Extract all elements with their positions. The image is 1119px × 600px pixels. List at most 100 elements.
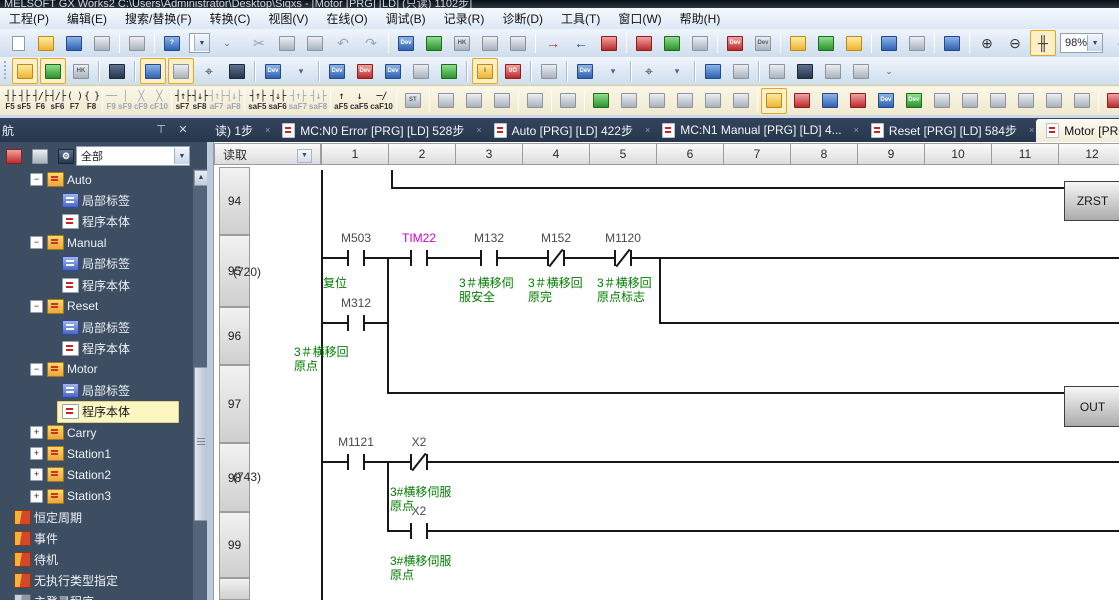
open-project-icon[interactable] bbox=[33, 30, 59, 56]
find-device-icon[interactable] bbox=[817, 88, 843, 114]
ladder-symbol-sf8-button[interactable]: ┤↓├sF8 bbox=[191, 87, 208, 114]
statement-icon[interactable] bbox=[555, 88, 581, 114]
tree-item-恒定周期[interactable]: 恒定周期 bbox=[0, 507, 193, 528]
tree-item-Motor[interactable]: −Motor bbox=[0, 359, 193, 380]
tree-filter-combo[interactable]: 全部 ▼ bbox=[76, 146, 190, 166]
pin-icon[interactable]: ⊤ bbox=[152, 122, 170, 139]
monitor-mode-icon[interactable] bbox=[876, 30, 902, 56]
fit-width-icon[interactable]: ╫ bbox=[1030, 30, 1056, 56]
module-door-icon[interactable] bbox=[792, 58, 818, 84]
tree-item-无执行类型指定[interactable]: 无执行类型指定 bbox=[0, 570, 193, 591]
tree-item-局部标签[interactable]: 局部标签 bbox=[0, 190, 193, 211]
device-write-icon[interactable]: Dev bbox=[722, 30, 748, 56]
read-from-plc-icon[interactable] bbox=[421, 30, 447, 56]
menu-item-4[interactable]: 转换(C) bbox=[201, 8, 260, 29]
tree-scrollbar[interactable]: ▲ bbox=[193, 169, 207, 600]
intelligent-monitor-icon[interactable] bbox=[764, 58, 790, 84]
edit-contact-icon[interactable] bbox=[433, 88, 459, 114]
device-comment-dropdown-icon[interactable]: Dev bbox=[260, 58, 286, 84]
collapse-icon[interactable]: − bbox=[30, 363, 43, 376]
ladder-read-icon[interactable] bbox=[616, 88, 642, 114]
device-read-icon[interactable]: Dev bbox=[750, 30, 776, 56]
find-back-icon[interactable] bbox=[644, 88, 670, 114]
statement-edit-icon[interactable]: I bbox=[472, 58, 498, 84]
dropdown-arrow-icon[interactable]: ▾ bbox=[288, 58, 314, 84]
instruction-box-ZRST[interactable]: ZRST bbox=[1064, 181, 1119, 221]
ladder-symbol-caf5-button[interactable]: ↓caF5 bbox=[349, 87, 369, 114]
save-project-icon[interactable] bbox=[61, 30, 87, 56]
window-monitor-icon[interactable] bbox=[700, 58, 726, 84]
monitor-search-icon[interactable] bbox=[596, 30, 622, 56]
cross-reference-icon[interactable]: ⌖ bbox=[636, 58, 662, 84]
dropdown-arrow-icon[interactable]: ▾ bbox=[664, 58, 690, 84]
tree-struct-icon[interactable] bbox=[28, 145, 52, 167]
sample-comment-icon[interactable] bbox=[408, 58, 434, 84]
user-register-icon[interactable] bbox=[1102, 88, 1119, 114]
contact-search-icon[interactable] bbox=[489, 88, 515, 114]
ladder-symbol-saf8-button[interactable]: ┤↓├saF8 bbox=[308, 87, 328, 114]
ladder-symbol-saf6-button[interactable]: ┤↓├saF6 bbox=[267, 87, 287, 114]
find-next-icon[interactable] bbox=[672, 88, 698, 114]
contact-M503[interactable] bbox=[347, 250, 365, 266]
ladder-symbol-f5-button[interactable]: ┤├F5 bbox=[4, 87, 16, 114]
wire-delete-icon[interactable] bbox=[789, 88, 815, 114]
ladder-symbol-af5-button[interactable]: ↑aF5 bbox=[333, 87, 349, 114]
tree-item-局部标签[interactable]: 局部标签 bbox=[0, 317, 193, 338]
connect-2-icon[interactable] bbox=[957, 88, 983, 114]
ladder-symbol-af8-button[interactable]: ┤↓├aF8 bbox=[225, 87, 242, 114]
device-display-icon[interactable]: Dev bbox=[572, 58, 598, 84]
dropdown-arrow-icon[interactable]: ▾ bbox=[600, 58, 626, 84]
pulse-conv-icon[interactable] bbox=[700, 88, 726, 114]
tree-item-局部标签[interactable]: 局部标签 bbox=[0, 380, 193, 401]
collapse-icon[interactable]: − bbox=[30, 173, 43, 186]
device-list-icon[interactable]: Dev bbox=[324, 58, 350, 84]
coil-search-icon[interactable] bbox=[461, 88, 487, 114]
contact-M1121[interactable] bbox=[347, 454, 365, 470]
transfer-write-icon[interactable]: → bbox=[540, 30, 566, 56]
menu-item-7[interactable]: 调试(B) bbox=[377, 8, 435, 29]
toolbar-overflow-icon[interactable]: ⌄ bbox=[1107, 30, 1119, 56]
connect-1-icon[interactable] bbox=[929, 88, 955, 114]
tree-item-程序本体[interactable]: 程序本体 bbox=[0, 211, 193, 232]
ladder-symbol-f9-button[interactable]: ──F9 bbox=[105, 87, 117, 114]
window-monitor2-icon[interactable] bbox=[728, 58, 754, 84]
document-tab-5[interactable]: Reset [PRG] [LD] 584步 bbox=[861, 118, 1027, 142]
toolbar-overflow-icon[interactable]: ⌄ bbox=[876, 58, 902, 84]
tree-item-程序本体[interactable]: 程序本体 bbox=[0, 275, 193, 296]
tree-item-待机[interactable]: 待机 bbox=[0, 549, 193, 570]
note-read-icon[interactable] bbox=[841, 30, 867, 56]
tree-item-Station3[interactable]: +Station3 bbox=[0, 486, 193, 507]
contact-TIM22[interactable] bbox=[410, 250, 428, 266]
menu-item-3[interactable]: 搜索/替换(F) bbox=[116, 8, 201, 29]
scroll-up-icon[interactable]: ▲ bbox=[194, 170, 207, 186]
collapse-icon[interactable]: − bbox=[30, 300, 43, 313]
note-insert-icon[interactable] bbox=[813, 30, 839, 56]
list-display-icon[interactable] bbox=[168, 58, 194, 84]
user-library-icon[interactable] bbox=[848, 58, 874, 84]
menu-item-6[interactable]: 在线(O) bbox=[317, 8, 376, 29]
module-list-icon[interactable] bbox=[820, 58, 846, 84]
undo-icon[interactable]: ↶ bbox=[330, 30, 356, 56]
ladder-display-icon[interactable] bbox=[140, 58, 166, 84]
tree-item-Station2[interactable]: +Station2 bbox=[0, 464, 193, 485]
scroll-thumb[interactable] bbox=[194, 367, 207, 521]
align-right-icon[interactable] bbox=[1013, 88, 1039, 114]
cut-icon[interactable]: ✂ bbox=[246, 30, 272, 56]
find-icon[interactable]: ⌖ bbox=[196, 58, 222, 84]
ladder-symbol-sf6-button[interactable]: ┤/├sF6 bbox=[49, 87, 66, 114]
monitor-stop-icon[interactable] bbox=[904, 30, 930, 56]
plc-diagnostics-icon[interactable] bbox=[505, 30, 531, 56]
device-q-icon[interactable]: Dev bbox=[873, 88, 899, 114]
io-check-icon[interactable]: I/O bbox=[500, 58, 526, 84]
device-test-icon[interactable] bbox=[522, 88, 548, 114]
settings-gear-icon[interactable]: ⚙ bbox=[54, 145, 78, 167]
docking-window-icon[interactable] bbox=[40, 58, 66, 84]
print-icon[interactable] bbox=[89, 30, 115, 56]
remote-operation-icon[interactable] bbox=[477, 30, 503, 56]
chevron-down-icon[interactable]: ▼ bbox=[194, 35, 209, 51]
transfer-read-icon[interactable]: ← bbox=[568, 30, 594, 56]
menu-item-1[interactable]: 工程(P) bbox=[0, 8, 58, 29]
ladder-symbol-f8-button[interactable]: { }F8 bbox=[83, 87, 100, 114]
document-tab-6[interactable]: Motor [PRG] [LD] (只读) bbox=[1036, 119, 1119, 142]
chevron-down-icon[interactable]: ▼ bbox=[174, 148, 189, 164]
